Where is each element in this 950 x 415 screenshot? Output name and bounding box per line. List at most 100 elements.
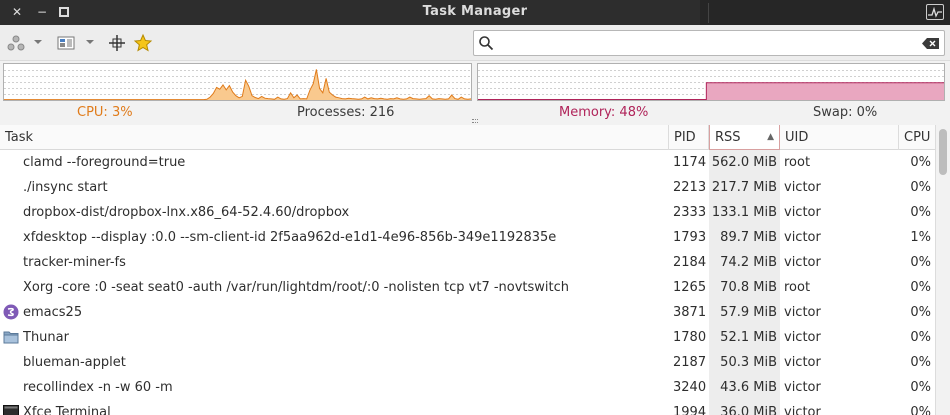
memory-usage-label: Memory: 48% [559, 105, 649, 120]
cell-pid: 2184 [673, 255, 707, 270]
cell-rss: 36.0 MiB [720, 405, 777, 415]
title-bar: ✕ − Task Manager [0, 0, 950, 25]
cell-uid: victor [784, 180, 821, 195]
cell-cpu: 0% [910, 330, 931, 345]
cell-rss: 562.0 MiB [711, 155, 777, 170]
cell-task: Xfce Terminal [23, 405, 111, 415]
cell-rss: 133.1 MiB [711, 205, 777, 220]
cell-pid: 2187 [673, 355, 707, 370]
star-icon[interactable] [133, 33, 153, 53]
cell-task: xfdesktop --display :0.0 --sm-client-id … [23, 230, 557, 245]
cell-rss: 70.8 MiB [720, 280, 777, 295]
cell-cpu: 0% [910, 205, 931, 220]
cell-task: Thunar [23, 330, 69, 345]
cell-cpu: 0% [910, 280, 931, 295]
cell-uid: victor [784, 205, 821, 220]
cell-cpu: 0% [910, 355, 931, 370]
cell-cpu: 0% [910, 180, 931, 195]
panel-separator [708, 3, 709, 23]
cpu-usage-label: CPU: 3% [77, 105, 133, 120]
table-row[interactable]: emacs25 3871 57.9 MiB victor 0% [0, 300, 935, 325]
table-row[interactable]: xfdesktop --display :0.0 --sm-client-id … [0, 225, 935, 250]
folder-icon [3, 329, 19, 345]
crosshair-icon[interactable] [107, 33, 127, 53]
table-body: clamd --foreground=true 1174 562.0 MiB root… [0, 150, 935, 415]
column-header-pid[interactable]: PID [669, 125, 709, 150]
task-manager-tray-icon[interactable] [926, 4, 944, 20]
cell-uid: root [784, 280, 811, 295]
memory-area [706, 82, 944, 100]
table-header: Task PID RSS ▲ UID CPU [0, 125, 935, 150]
cell-uid: root [784, 155, 811, 170]
panel-area [700, 0, 950, 25]
cpu-area [4, 69, 471, 100]
cpu-line [4, 69, 471, 100]
cell-task: ./insync start [23, 180, 108, 195]
search-box[interactable] [473, 30, 945, 56]
cell-pid: 3871 [673, 305, 707, 320]
task-manager-window: ✕ − Task Manager CPU: 3% Processes: 216 … [0, 0, 950, 415]
column-header-cpu[interactable]: CPU [899, 125, 935, 150]
cell-uid: victor [784, 380, 821, 395]
table-row[interactable]: blueman-applet 2187 50.3 MiB victor 0% [0, 350, 935, 375]
table-row[interactable]: Thunar 1780 52.1 MiB victor 0% [0, 325, 935, 350]
cell-rss: 89.7 MiB [720, 230, 777, 245]
table-row[interactable]: tracker-miner-fs 2184 74.2 MiB victor 0% [0, 250, 935, 275]
column-header-rss-label: RSS [715, 130, 741, 145]
cell-rss: 50.3 MiB [720, 355, 777, 370]
cell-pid: 1780 [673, 330, 707, 345]
table-row[interactable]: Xorg -core :0 -seat seat0 -auth /var/run… [0, 275, 935, 300]
cell-uid: victor [784, 355, 821, 370]
chevron-down-icon[interactable] [84, 35, 104, 55]
cell-uid: victor [784, 255, 821, 270]
cell-pid: 2213 [673, 180, 707, 195]
cell-cpu: 0% [910, 255, 931, 270]
cell-uid: victor [784, 405, 821, 415]
emacs-icon [3, 304, 19, 320]
table-row[interactable]: clamd --foreground=true 1174 562.0 MiB root… [0, 150, 935, 175]
cell-cpu: 1% [910, 230, 931, 245]
cell-rss: 52.1 MiB [720, 330, 777, 345]
cpu-history-chart [4, 69, 471, 100]
cell-task: clamd --foreground=true [23, 155, 186, 170]
process-tree-icon[interactable] [6, 33, 26, 53]
columns-icon[interactable] [56, 33, 76, 53]
table-row[interactable]: dropbox-dist/dropbox-lnx.x86_64-52.4.60/… [0, 200, 935, 225]
chevron-down-icon[interactable] [32, 35, 52, 55]
search-icon [478, 35, 494, 55]
cell-task: blueman-applet [23, 355, 126, 370]
cell-cpu: 0% [910, 405, 931, 415]
cpu-graph [3, 63, 472, 101]
cell-cpu: 0% [910, 155, 931, 170]
cell-task: dropbox-dist/dropbox-lnx.x86_64-52.4.60/… [23, 205, 350, 220]
cell-rss: 74.2 MiB [720, 255, 777, 270]
cell-rss: 57.9 MiB [720, 305, 777, 320]
process-table: Task PID RSS ▲ UID CPU clamd --foregroun… [0, 125, 935, 415]
clear-search-icon[interactable] [922, 38, 940, 53]
terminal-icon [3, 404, 19, 415]
processes-count-label: Processes: 216 [297, 105, 395, 120]
search-input[interactable] [500, 34, 910, 52]
cell-rss: 43.6 MiB [720, 380, 777, 395]
swap-usage-label: Swap: 0% [813, 105, 878, 120]
cell-pid: 3240 [673, 380, 707, 395]
vertical-scrollbar[interactable] [935, 125, 950, 415]
table-row[interactable]: Xfce Terminal 1994 36.0 MiB victor 0% [0, 400, 935, 415]
cell-task: emacs25 [23, 305, 83, 320]
cell-uid: victor [784, 330, 821, 345]
column-header-uid[interactable]: UID [780, 125, 899, 150]
toolbar [0, 25, 950, 61]
cell-cpu: 0% [910, 305, 931, 320]
cell-pid: 1265 [673, 280, 707, 295]
column-header-rss[interactable]: RSS ▲ [709, 125, 780, 150]
cell-uid: victor [784, 305, 821, 320]
sort-ascending-icon: ▲ [767, 132, 774, 142]
cell-task: tracker-miner-fs [23, 255, 126, 270]
scrollbar-thumb[interactable] [939, 129, 947, 175]
column-header-task[interactable]: Task [0, 125, 669, 150]
cell-task: Xorg -core :0 -seat seat0 -auth /var/run… [23, 280, 570, 295]
cell-cpu: 0% [910, 380, 931, 395]
table-row[interactable]: recollindex -n -w 60 -m 3240 43.6 MiB victo… [0, 375, 935, 400]
table-row[interactable]: ./insync start 2213 217.7 MiB victor 0% [0, 175, 935, 200]
pane-resize-handle[interactable] [472, 119, 478, 123]
